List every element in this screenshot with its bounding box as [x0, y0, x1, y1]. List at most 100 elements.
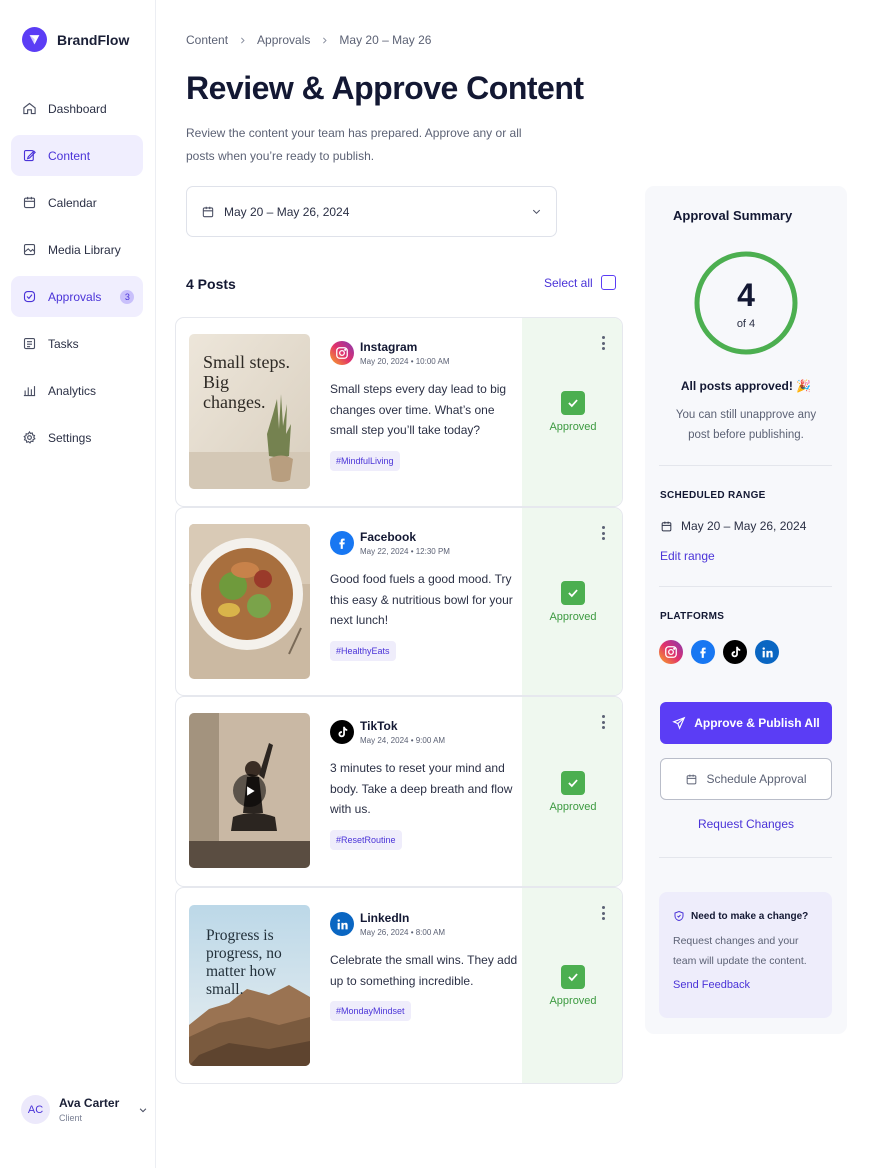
post-hashtag[interactable]: #HealthyEats — [330, 640, 396, 661]
sidebar-item-calendar[interactable]: Calendar — [11, 182, 143, 223]
approved-check-icon[interactable] — [561, 964, 585, 989]
post-caption: Small steps every day lead to big change… — [330, 382, 507, 437]
scheduled-range-value: May 20 – May 26, 2024 — [681, 519, 807, 533]
scheduled-range-label: SCHEDULED RANGE — [660, 490, 766, 501]
post-card: Progress is progress, no matter how smal… — [175, 887, 623, 1084]
post-platform: TikTok — [360, 719, 398, 733]
approved-check-icon[interactable] — [561, 770, 585, 795]
linkedin-icon — [330, 912, 354, 936]
approved-check-icon[interactable] — [561, 580, 585, 605]
shield-icon — [674, 910, 684, 922]
chevron-right-icon — [323, 37, 328, 43]
status-label: Approved — [549, 610, 597, 623]
post-hashtag[interactable]: #ResetRoutine — [330, 829, 402, 850]
request-changes-link[interactable]: Request Changes — [645, 817, 847, 831]
calendar-icon — [202, 206, 214, 217]
linkedin-icon[interactable] — [755, 640, 779, 664]
post-image[interactable]: Small steps. Big changes. — [189, 334, 310, 489]
post-video-thumbnail[interactable] — [189, 713, 310, 868]
status-label: Approved — [549, 994, 597, 1007]
user-name: Ava Carter — [59, 1096, 120, 1110]
user-menu[interactable]: AC Ava Carter Client — [21, 1095, 148, 1124]
sidebar-item-label: Media Library — [48, 242, 121, 257]
sidebar-item-media-library[interactable]: Media Library — [11, 229, 143, 270]
post-hashtag[interactable]: #MondayMindset — [330, 1001, 411, 1021]
calendar-icon — [687, 774, 697, 784]
date-range-select[interactable]: May 20 – May 26, 2024 — [186, 186, 557, 237]
instagram-icon[interactable] — [659, 640, 683, 664]
divider — [659, 465, 832, 466]
sidebar-item-label: Dashboard — [48, 101, 107, 116]
post-schedule: May 22, 2024 • 12:30 PM — [360, 547, 450, 556]
bar-chart-icon — [23, 386, 36, 397]
calendar-icon — [23, 196, 36, 209]
more-options-icon[interactable] — [598, 715, 608, 729]
select-all-label: Select all — [544, 275, 593, 290]
help-title: Need to make a change? — [691, 910, 809, 922]
sidebar-item-label: Content — [48, 148, 91, 163]
post-body: Instagram May 20, 2024 • 10:00 AM Small … — [330, 340, 520, 471]
divider — [659, 857, 832, 858]
post-platform: Facebook — [360, 530, 417, 544]
post-caption: Celebrate the small wins. They add up to… — [330, 953, 518, 988]
post-platform: Instagram — [360, 340, 418, 354]
sidebar-item-approvals[interactable]: Approvals 3 — [11, 276, 143, 317]
brand[interactable]: BrandFlow — [22, 27, 129, 52]
post-image[interactable]: Progress is progress, no matter how smal… — [189, 905, 310, 1066]
breadcrumb-content[interactable]: Content — [186, 33, 228, 47]
post-card: Small steps. Big changes. Instagram May … — [175, 317, 623, 507]
schedule-approval-button[interactable]: Schedule Approval — [660, 758, 832, 800]
calendar-icon — [661, 521, 672, 531]
select-all-toggle[interactable]: Select all — [544, 275, 616, 290]
platforms-list — [659, 640, 779, 664]
chevron-down-icon[interactable] — [138, 1105, 148, 1115]
approved-check-icon[interactable] — [561, 391, 585, 415]
sidebar-item-content[interactable]: Content — [11, 135, 143, 176]
chevron-down-icon — [532, 209, 541, 215]
post-image-caption: Progress is progress, no matter how smal… — [206, 927, 282, 998]
sidebar-item-label: Approvals — [48, 289, 102, 304]
sidebar-item-label: Analytics — [48, 383, 97, 398]
approve-publish-all-button[interactable]: Approve & Publish All — [660, 702, 832, 744]
page-title: Review & Approve Content — [186, 70, 584, 106]
sidebar: BrandFlow Dashboard Content Calendar Med… — [0, 0, 156, 1168]
post-image[interactable] — [189, 524, 310, 679]
sidebar-item-settings[interactable]: Settings — [11, 417, 143, 458]
post-card: Facebook May 22, 2024 • 12:30 PM Good fo… — [175, 507, 623, 696]
tiktok-icon — [330, 720, 354, 744]
gear-icon — [23, 430, 36, 444]
more-options-icon[interactable] — [598, 336, 608, 350]
post-hashtag[interactable]: #MindfulLiving — [330, 450, 400, 471]
schedule-approval-label: Schedule Approval — [706, 772, 807, 786]
posts-count: 4 Posts — [186, 276, 236, 292]
unapprove-note: You can still unapprove any post before … — [675, 409, 817, 441]
tiktok-icon[interactable] — [723, 640, 747, 664]
image-icon — [23, 243, 36, 256]
send-feedback-link[interactable]: Send Feedback — [673, 979, 818, 991]
more-options-icon[interactable] — [598, 906, 608, 920]
post-caption: Good food fuels a good mood. Try this ea… — [330, 572, 513, 627]
help-card: Need to make a change? Request changes a… — [659, 892, 832, 1018]
facebook-icon[interactable] — [691, 640, 715, 664]
sidebar-item-analytics[interactable]: Analytics — [11, 370, 143, 411]
help-text: Request changes and your team will updat… — [673, 935, 807, 967]
home-icon — [23, 102, 36, 115]
select-all-checkbox[interactable] — [600, 275, 616, 290]
user-role: Client — [59, 1113, 83, 1123]
post-platform: LinkedIn — [360, 911, 410, 925]
check-circle-icon — [23, 290, 36, 303]
sidebar-item-tasks[interactable]: Tasks — [11, 323, 143, 364]
page-subtitle: Review the content your team has prepare… — [186, 126, 522, 163]
play-icon[interactable] — [233, 774, 266, 807]
edit-range-link[interactable]: Edit range — [660, 549, 715, 563]
sidebar-item-label: Settings — [48, 430, 92, 445]
sidebar-item-dashboard[interactable]: Dashboard — [11, 88, 143, 129]
more-options-icon[interactable] — [598, 526, 608, 540]
divider — [659, 586, 832, 587]
date-range-value: May 20 – May 26, 2024 — [224, 204, 350, 219]
post-body: LinkedIn May 26, 2024 • 8:00 AM Celebrat… — [330, 911, 520, 1021]
post-schedule: May 20, 2024 • 10:00 AM — [360, 357, 450, 366]
scheduled-range: May 20 – May 26, 2024 — [660, 519, 806, 533]
post-body: Facebook May 22, 2024 • 12:30 PM Good fo… — [330, 530, 520, 661]
breadcrumb-approvals[interactable]: Approvals — [257, 33, 310, 47]
